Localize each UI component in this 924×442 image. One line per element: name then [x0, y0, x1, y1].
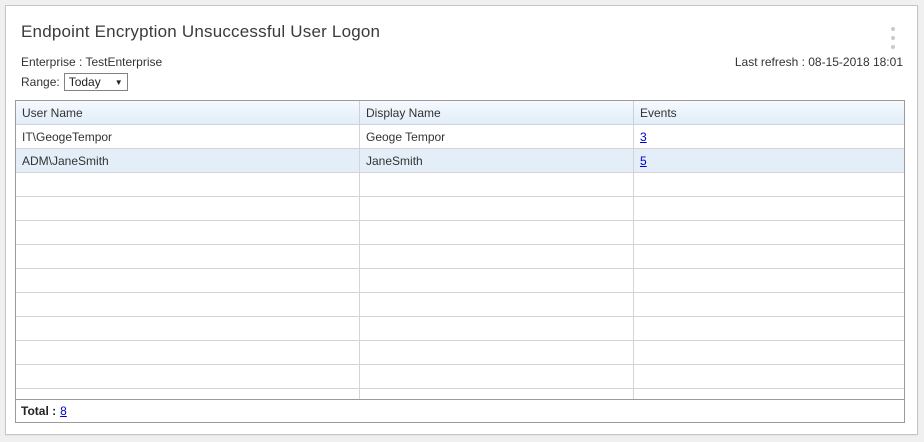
meta-left: Enterprise : TestEnterprise Range: Today… [21, 55, 162, 91]
cell-display-name [360, 293, 634, 316]
cell-display-name [360, 389, 634, 399]
table-row-empty [16, 341, 904, 365]
range-row: Range: Today ▼ [21, 73, 162, 91]
kebab-vertical-icon [891, 27, 895, 31]
table-row: ADM\JaneSmithJaneSmith 5 [16, 149, 904, 173]
table-footer-row: Total : 8 [16, 399, 904, 422]
cell-events [634, 269, 904, 292]
total-events-link[interactable]: 8 [60, 404, 67, 418]
column-header-events: Events [634, 101, 904, 124]
cell-events: 3 [634, 125, 904, 148]
dashboard-background: Endpoint Encryption Unsuccessful User Lo… [0, 0, 924, 442]
cell-events [634, 245, 904, 268]
events-count-link[interactable]: 5 [640, 154, 647, 168]
cell-user-name: ADM\JaneSmith [16, 149, 360, 172]
widget-panel: Endpoint Encryption Unsuccessful User Lo… [5, 5, 918, 435]
cell-user-name [16, 341, 360, 364]
cell-events [634, 341, 904, 364]
cell-display-name [360, 245, 634, 268]
kebab-vertical-icon [891, 45, 895, 49]
enterprise-label: Enterprise : TestEnterprise [21, 55, 162, 70]
table-body: IT\GeogeTemporGeoge Tempor 3 ADM\JaneSmith… [16, 125, 904, 399]
column-header-display-name: Display Name [360, 101, 634, 124]
cell-events [634, 365, 904, 388]
table-row-empty [16, 173, 904, 197]
events-table: User Name Display Name Events IT\GeogeTe… [15, 100, 905, 423]
cell-display-name [360, 365, 634, 388]
cell-user-name [16, 365, 360, 388]
cell-user-name [16, 173, 360, 196]
table-row-empty [16, 245, 904, 269]
table-header-row: User Name Display Name Events [16, 101, 904, 125]
cell-user-name [16, 269, 360, 292]
cell-events [634, 197, 904, 220]
cell-events: 5 [634, 149, 904, 172]
cell-user-name [16, 293, 360, 316]
cell-events [634, 293, 904, 316]
column-header-user-name: User Name [16, 101, 360, 124]
range-label: Range: [21, 75, 60, 89]
cell-events [634, 389, 904, 399]
cell-display-name [360, 221, 634, 244]
cell-events [634, 317, 904, 340]
widget-menu-button[interactable] [886, 27, 900, 49]
table-row-empty [16, 197, 904, 221]
cell-events [634, 221, 904, 244]
widget-title: Endpoint Encryption Unsuccessful User Lo… [21, 22, 877, 42]
cell-display-name [360, 341, 634, 364]
cell-display-name [360, 269, 634, 292]
cell-display-name [360, 197, 634, 220]
cell-user-name [16, 221, 360, 244]
cell-user-name [16, 197, 360, 220]
cell-user-name: IT\GeogeTempor [16, 125, 360, 148]
cell-user-name [16, 389, 360, 399]
events-count-link[interactable]: 3 [640, 130, 647, 144]
range-selected-value: Today [69, 75, 101, 89]
table-row-empty [16, 365, 904, 389]
cell-display-name: JaneSmith [360, 149, 634, 172]
table-row-empty [16, 293, 904, 317]
table-row-empty [16, 221, 904, 245]
table-row-empty [16, 389, 904, 399]
chevron-down-icon: ▼ [115, 78, 123, 87]
cell-display-name [360, 317, 634, 340]
last-refresh-label: Last refresh : 08-15-2018 18:01 [735, 55, 903, 70]
cell-events [634, 173, 904, 196]
table-row-empty [16, 317, 904, 341]
cell-user-name [16, 317, 360, 340]
total-label: Total : [21, 404, 56, 418]
kebab-vertical-icon [891, 36, 895, 40]
range-dropdown[interactable]: Today ▼ [64, 73, 128, 91]
cell-user-name [16, 245, 360, 268]
widget-meta-row: Enterprise : TestEnterprise Range: Today… [21, 55, 903, 91]
table-row: IT\GeogeTemporGeoge Tempor 3 [16, 125, 904, 149]
table-row-empty [16, 269, 904, 293]
cell-display-name [360, 173, 634, 196]
cell-display-name: Geoge Tempor [360, 125, 634, 148]
